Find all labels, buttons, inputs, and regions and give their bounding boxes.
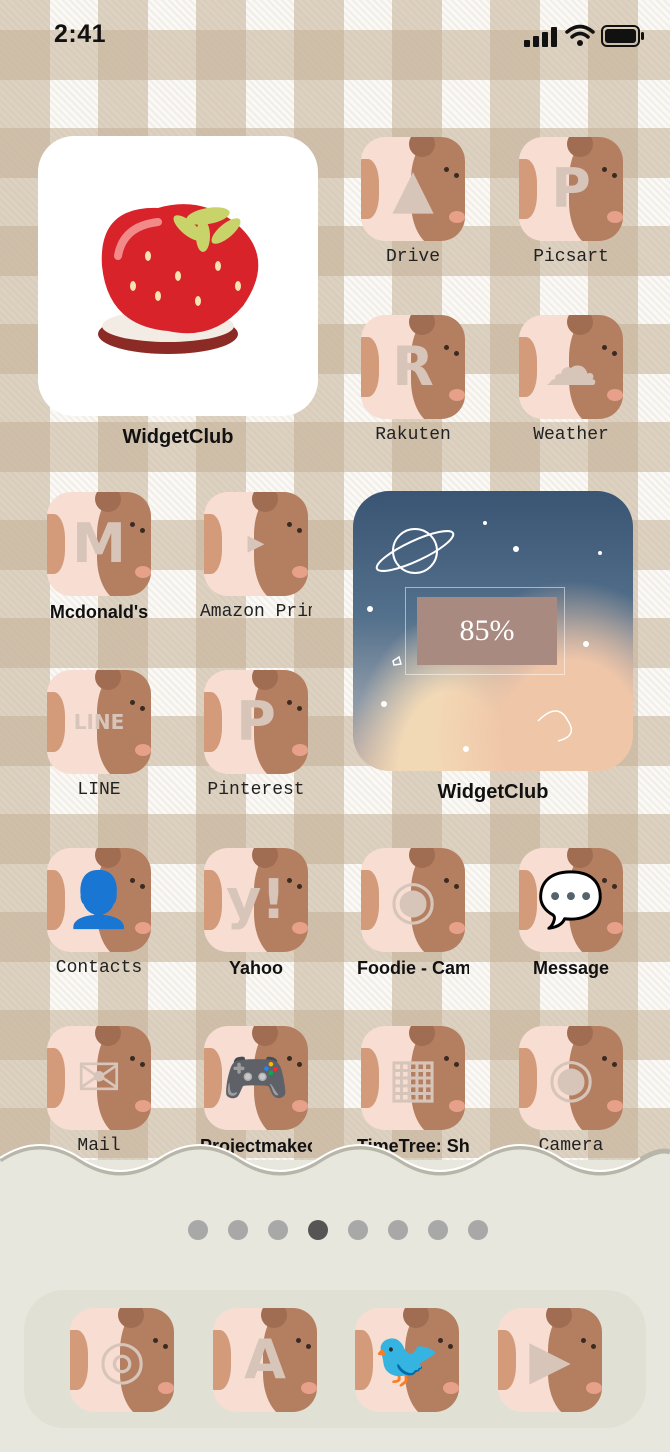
app-label: Drive (385, 247, 440, 267)
app-rakuten[interactable]: R Rakuten (357, 315, 469, 445)
picsart-icon: P (519, 137, 623, 241)
rakuten-icon: R (361, 315, 465, 419)
page-dot[interactable] (388, 1220, 408, 1240)
app-label: Weather (533, 425, 609, 445)
youtube-play-icon: ▶ (498, 1308, 602, 1412)
page-dot[interactable] (188, 1220, 208, 1240)
app-weather[interactable]: ☁ Weather (515, 315, 627, 445)
pinterest-icon: P (204, 670, 308, 774)
line-icon: LINE (47, 670, 151, 774)
app-label: LINE (77, 780, 121, 800)
yahoo-icon: y! (204, 848, 308, 952)
page-dot[interactable] (348, 1220, 368, 1240)
strawberry-cake-image (98, 204, 259, 354)
page-dot[interactable] (468, 1220, 488, 1240)
wifi-icon (565, 24, 595, 46)
app-camera[interactable]: ◉ Camera (515, 1026, 627, 1156)
app-drive[interactable]: ▲ Drive (357, 137, 469, 267)
dock: ◎ A 🐦 ▶ (24, 1290, 646, 1428)
page-indicator[interactable] (188, 1220, 488, 1240)
mail-icon: ✉ (47, 1026, 151, 1130)
app-amazon-prime-video[interactable]: ▶ Amazon Prime V (200, 492, 312, 622)
app-mail[interactable]: ✉ Mail (43, 1026, 155, 1156)
instagram-icon: ◎ (70, 1308, 174, 1412)
page-dot[interactable] (268, 1220, 288, 1240)
cellular-signal-icon (524, 27, 557, 47)
status-bar: 2:41 (0, 0, 670, 70)
camera-icon: ◉ (361, 848, 465, 952)
weather-icon: ☁ (519, 315, 623, 419)
message-icon: 💬 (519, 848, 623, 952)
camera-icon: ◉ (519, 1026, 623, 1130)
app-label: Yahoo (228, 958, 283, 978)
app-label: Pinterest (207, 780, 305, 800)
battery-icon (601, 25, 644, 47)
dock-app-app-store[interactable]: A (209, 1308, 321, 1412)
dock-app-youtube[interactable]: ▶ (494, 1308, 606, 1412)
app-label: Rakuten (375, 425, 451, 445)
twitter-bird-icon: 🐦 (355, 1308, 459, 1412)
page-dot-active[interactable] (308, 1220, 328, 1240)
app-label: Foodie - Came (357, 958, 469, 978)
app-message[interactable]: 💬 Message (515, 848, 627, 979)
app-yahoo[interactable]: y! Yahoo (200, 848, 312, 979)
page-dot[interactable] (228, 1220, 248, 1240)
scalloped-border (0, 1144, 670, 1188)
status-time: 2:41 (54, 20, 107, 48)
gamepad-icon: 🎮 (204, 1026, 308, 1130)
app-foodie[interactable]: ◉ Foodie - Came (357, 848, 469, 979)
app-pinterest[interactable]: P Pinterest (200, 670, 312, 800)
amazon-prime-video-icon: ▶ (204, 492, 308, 596)
mcdonalds-icon: M (47, 492, 151, 596)
app-contacts[interactable]: 👤 Contacts (43, 848, 155, 978)
app-label: Mcdonald's (49, 602, 149, 622)
dock-app-instagram[interactable]: ◎ (66, 1308, 178, 1412)
battery-percentage: 85% (417, 597, 557, 665)
app-picsart[interactable]: P Picsart (515, 137, 627, 267)
app-label: Contacts (55, 958, 143, 978)
widget-label: WidgetClub (437, 781, 549, 803)
drive-icon: ▲ (361, 137, 465, 241)
widgetclub-photo-widget[interactable] (38, 136, 318, 416)
app-label: Picsart (533, 247, 609, 267)
app-line[interactable]: LINE LINE (43, 670, 155, 800)
app-mcdonalds[interactable]: M Mcdonald's (43, 492, 155, 623)
page-dot[interactable] (428, 1220, 448, 1240)
app-store-icon: A (213, 1308, 317, 1412)
calendar-icon: ▦ (361, 1026, 465, 1130)
app-label: Amazon Prime V (200, 602, 312, 622)
widget-label: WidgetClub (122, 426, 234, 448)
dock-app-twitter[interactable]: 🐦 (351, 1308, 463, 1412)
widgetclub-battery-widget[interactable]: 85% (353, 491, 633, 771)
app-label: Message (532, 958, 610, 978)
contacts-icon: 👤 (47, 848, 151, 952)
